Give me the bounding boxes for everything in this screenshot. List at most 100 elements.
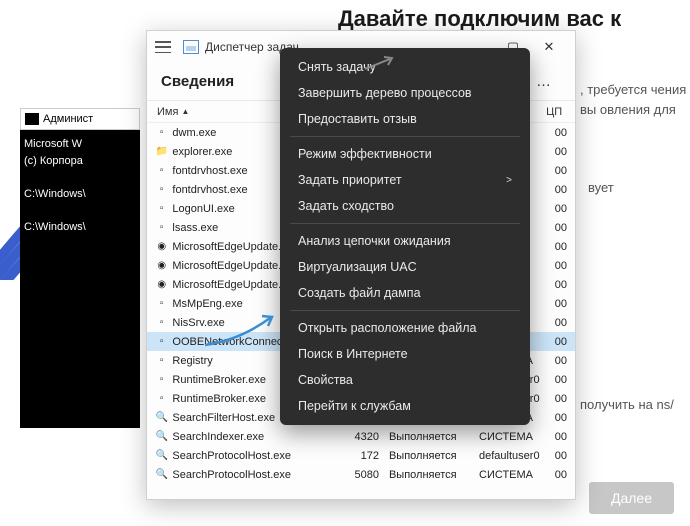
process-icon: ▫ <box>155 297 168 311</box>
menu-separator <box>290 223 520 224</box>
menu-item-label: Завершить дерево процессов <box>298 86 472 100</box>
oobe-side-text-bottom: получить на ns/ <box>580 395 690 415</box>
process-cpu: 00 <box>546 279 567 291</box>
submenu-arrow-icon: > <box>506 175 512 186</box>
menu-item-label: Предоставить отзыв <box>298 112 417 126</box>
process-name: SearchProtocolHost.exe <box>172 469 344 481</box>
menu-separator <box>290 136 520 137</box>
process-icon: 🔍 <box>155 411 168 425</box>
process-status: Выполняется <box>379 450 475 462</box>
process-icon: ◉ <box>155 240 168 254</box>
process-user: СИСТЕМА <box>475 469 546 481</box>
menu-separator <box>290 310 520 311</box>
menu-item[interactable]: Поиск в Интернете <box>280 341 530 367</box>
menu-item[interactable]: Задать сходство <box>280 193 530 219</box>
menu-item[interactable]: Создать файл дампа <box>280 280 530 306</box>
process-cpu: 00 <box>546 450 567 462</box>
process-icon: ▫ <box>155 221 168 235</box>
table-row[interactable]: 🔍 SearchProtocolHost.exe5080ВыполняетсяСИ… <box>147 465 575 484</box>
process-icon: ▫ <box>155 354 168 368</box>
process-cpu: 00 <box>546 184 567 196</box>
process-cpu: 00 <box>546 298 567 310</box>
menu-item-label: Открыть расположение файла <box>298 321 477 335</box>
process-cpu: 00 <box>546 412 567 424</box>
process-cpu: 00 <box>546 355 567 367</box>
process-icon: ▫ <box>155 202 168 216</box>
process-icon: 📁 <box>155 145 168 159</box>
process-cpu: 00 <box>546 336 567 348</box>
oobe-side-text-top: , требуется чения вы овления для <box>580 80 690 119</box>
context-menu: Снять задачу Завершить дерево процессов Пр… <box>280 48 530 425</box>
process-cpu: 00 <box>546 317 567 329</box>
menu-item-label: Виртуализация UAC <box>298 260 417 274</box>
cmd-title: Админист <box>43 113 93 125</box>
process-icon: ▫ <box>155 392 168 406</box>
cmd-titlebar[interactable]: Админист <box>20 108 140 130</box>
process-cpu: 00 <box>546 165 567 177</box>
process-cpu: 00 <box>546 431 567 443</box>
process-icon: 🔍 <box>155 468 168 482</box>
process-cpu: 00 <box>546 203 567 215</box>
process-cpu: 00 <box>546 393 567 405</box>
menu-item-label: Анализ цепочки ожидания <box>298 234 451 248</box>
menu-item[interactable]: Анализ цепочки ожидания <box>280 228 530 254</box>
process-icon: ▫ <box>155 183 168 197</box>
menu-item[interactable]: Режим эффективности <box>280 141 530 167</box>
menu-item-label: Задать приоритет <box>298 173 402 187</box>
process-icon: ▫ <box>155 335 168 349</box>
menu-item[interactable]: Открыть расположение файла <box>280 315 530 341</box>
menu-item-label: Задать сходство <box>298 199 394 213</box>
process-user: defaultuser0 <box>475 450 546 462</box>
process-status: Выполняется <box>379 431 475 443</box>
process-icon: 🔍 <box>155 430 168 444</box>
column-cpu[interactable]: ЦП <box>546 106 567 118</box>
menu-item[interactable]: Перейти к службам <box>280 393 530 419</box>
menu-item-label: Режим эффективности <box>298 147 432 161</box>
menu-item[interactable]: Снять задачу <box>280 54 530 80</box>
table-row[interactable]: 🔍 SearchIndexer.exe4320ВыполняетсяСИСТЕМА… <box>147 427 575 446</box>
process-icon: 🔍 <box>155 449 168 463</box>
cmd-body: Microsoft W (c) Корпора C:\Windows\ C:\W… <box>20 130 140 241</box>
process-cpu: 00 <box>546 260 567 272</box>
close-button[interactable]: ✕ <box>531 33 567 61</box>
process-cpu: 00 <box>546 469 567 481</box>
cmd-window: Админист Microsoft W (c) Корпора C:\Wind… <box>20 108 140 428</box>
menu-item-label: Перейти к службам <box>298 399 411 413</box>
process-cpu: 00 <box>546 146 567 158</box>
menu-item-label: Свойства <box>298 373 353 387</box>
process-cpu: 00 <box>546 241 567 253</box>
process-name: SearchProtocolHost.exe <box>172 450 344 462</box>
oobe-heading: Давайте подключим вас к <box>338 6 621 32</box>
cmd-icon <box>25 113 39 125</box>
menu-item-label: Поиск в Интернете <box>298 347 408 361</box>
menu-item[interactable]: Свойства <box>280 367 530 393</box>
process-cpu: 00 <box>546 374 567 386</box>
more-options-button[interactable]: … <box>528 69 561 94</box>
process-icon: ▫ <box>155 316 168 330</box>
process-icon: ◉ <box>155 259 168 273</box>
hamburger-icon[interactable] <box>155 41 171 53</box>
process-pid: 4320 <box>345 431 379 443</box>
sort-caret-icon: ▲ <box>181 107 189 116</box>
oobe-side-text-mid: вует <box>588 180 614 195</box>
process-icon: ▫ <box>155 126 168 140</box>
menu-item[interactable]: Задать приоритет > <box>280 167 530 193</box>
menu-item[interactable]: Предоставить отзыв <box>280 106 530 132</box>
table-row[interactable]: 🔍 SearchProtocolHost.exe172Выполняетсяdef… <box>147 446 575 465</box>
task-manager-icon <box>183 40 199 54</box>
process-user: СИСТЕМА <box>475 431 546 443</box>
next-button[interactable]: Далее <box>589 482 674 514</box>
process-icon: ◉ <box>155 278 168 292</box>
process-status: Выполняется <box>379 469 475 481</box>
menu-item[interactable]: Завершить дерево процессов <box>280 80 530 106</box>
menu-item[interactable]: Виртуализация UAC <box>280 254 530 280</box>
process-pid: 5080 <box>345 469 379 481</box>
process-icon: ▫ <box>155 164 168 178</box>
process-cpu: 00 <box>546 127 567 139</box>
menu-item-label: Снять задачу <box>298 60 376 74</box>
tab-details: Сведения <box>161 73 234 90</box>
process-pid: 172 <box>345 450 379 462</box>
process-name: SearchIndexer.exe <box>172 431 344 443</box>
process-icon: ▫ <box>155 373 168 387</box>
process-cpu: 00 <box>546 222 567 234</box>
